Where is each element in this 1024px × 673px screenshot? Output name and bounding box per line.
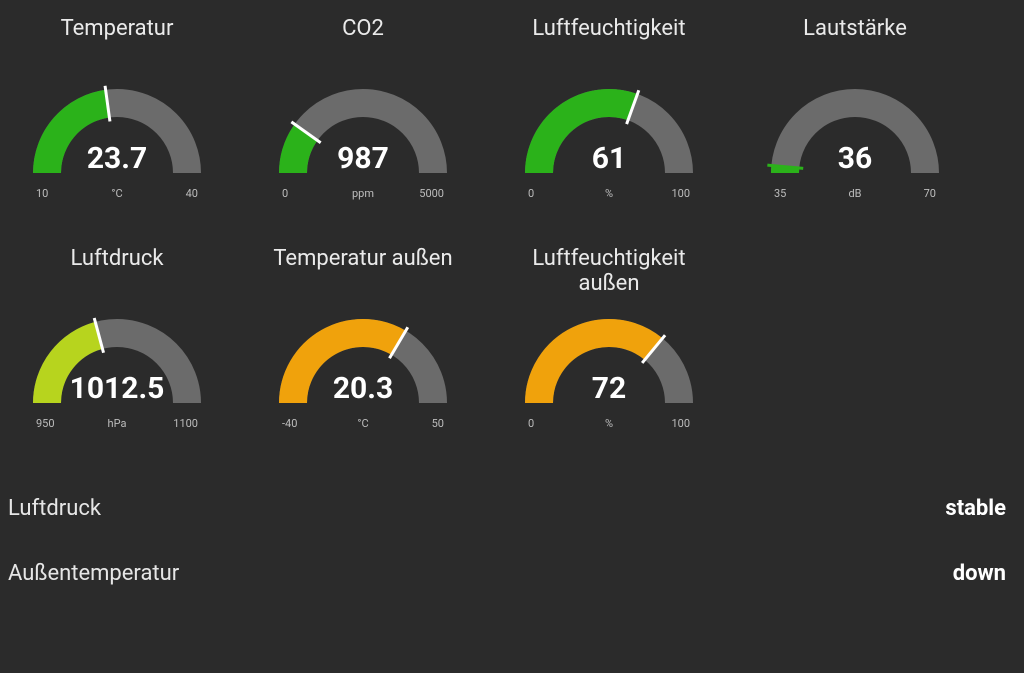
gauge-panel: Temperatur 23.7 10 40 °C CO2 987 0 5000 (0, 0, 1024, 472)
sensor-dashboard: Temperatur 23.7 10 40 °C CO2 987 0 5000 (0, 0, 1024, 673)
gauge-chart: 61 0 100 % (504, 76, 714, 206)
gauge-min: 950 (36, 417, 55, 430)
gauge-chart: 23.7 10 40 °C (12, 76, 222, 206)
gauge-unit: % (605, 187, 613, 200)
gauge-max: 100 (671, 187, 690, 200)
status-value: stable (945, 496, 1006, 521)
status-row-aussentemperatur: Außentemperatur down (0, 541, 1024, 606)
gauge-unit: hPa (108, 417, 127, 430)
gauge-max: 70 (924, 187, 936, 200)
gauge-value: 1012.5 (70, 371, 165, 406)
status-label: Luftdruck (8, 496, 101, 521)
gauge-max: 1100 (173, 417, 198, 430)
gauge-value: 61 (592, 141, 626, 176)
gauge-max: 40 (186, 187, 198, 200)
gauge-row-1: Temperatur 23.7 10 40 °C CO2 987 0 5000 (12, 12, 1012, 206)
gauge-min: 0 (528, 187, 534, 200)
gauge-max: 50 (432, 417, 444, 430)
gauge-title: Temperatur (61, 12, 174, 76)
gauge-value: 23.7 (87, 141, 147, 176)
gauge-title: Temperatur außen (273, 242, 452, 306)
gauge-title: Luftfeuchtigkeit (532, 12, 685, 76)
gauge-row-2: Luftdruck 1012.5 950 1100 hPa Temperatur… (12, 242, 1012, 436)
gauge-min: 35 (774, 187, 786, 200)
gauge-chart: 1012.5 950 1100 hPa (12, 306, 222, 436)
gauge-unit: dB (848, 187, 861, 200)
status-label: Außentemperatur (8, 561, 179, 586)
gauge-title: Luftdruck (70, 242, 163, 306)
gauge-chart: 20.3 -40 50 °C (258, 306, 468, 436)
gauge-value: 20.3 (333, 371, 393, 406)
gauge-luftdruck: Luftdruck 1012.5 950 1100 hPa (12, 242, 222, 436)
gauge-unit: °C (111, 187, 122, 200)
gauge-min: 10 (36, 187, 48, 200)
gauge-temperatur-aussen: Temperatur außen 20.3 -40 50 °C (258, 242, 468, 436)
gauge-title: CO2 (342, 12, 384, 76)
gauge-chart: 72 0 100 % (504, 306, 714, 436)
gauge-chart: 987 0 5000 ppm (258, 76, 468, 206)
gauge-value: 36 (838, 141, 872, 176)
status-list: Luftdruck stable Außentemperatur down (0, 476, 1024, 606)
gauge-max: 5000 (419, 187, 444, 200)
gauge-unit: ppm (352, 187, 374, 200)
gauge-unit: °C (357, 417, 368, 430)
gauge-title: Lautstärke (803, 12, 907, 76)
gauge-value: 987 (337, 141, 389, 176)
gauge-luftfeuchtigkeit: Luftfeuchtigkeit 61 0 100 % (504, 12, 714, 206)
status-value: down (953, 561, 1006, 586)
gauge-min: -40 (282, 417, 297, 430)
gauge-min: 0 (528, 417, 534, 430)
gauge-value: 72 (592, 371, 626, 406)
gauge-co2: CO2 987 0 5000 ppm (258, 12, 468, 206)
gauge-lautstaerke: Lautstärke 36 35 70 dB (750, 12, 960, 206)
gauge-chart: 36 35 70 dB (750, 76, 960, 206)
gauge-temperatur: Temperatur 23.7 10 40 °C (12, 12, 222, 206)
gauge-title: Luftfeuchtigkeit außen (504, 242, 714, 306)
gauge-max: 100 (671, 417, 690, 430)
gauge-unit: % (605, 417, 613, 430)
gauge-luftfeuchtigkeit-aussen: Luftfeuchtigkeit außen 72 0 100 % (504, 242, 714, 436)
status-row-luftdruck: Luftdruck stable (0, 476, 1024, 541)
gauge-min: 0 (282, 187, 288, 200)
